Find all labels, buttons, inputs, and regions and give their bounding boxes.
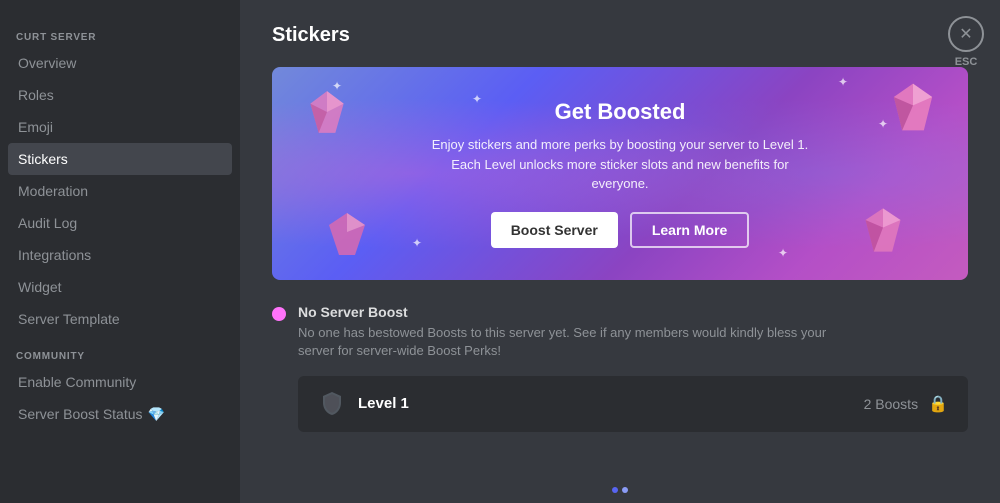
sparkle-icon: ✦ <box>778 246 788 260</box>
banner-buttons: Boost Server Learn More <box>491 212 750 248</box>
crystal-gem-icon <box>858 205 908 255</box>
sparkle-icon: ✦ <box>878 117 888 131</box>
sparkle-icon: ✦ <box>838 75 848 89</box>
banner-description: Enjoy stickers and more perks by boostin… <box>430 135 810 194</box>
sparkle-icon: ✦ <box>412 236 422 250</box>
sidebar-item-overview[interactable]: Overview <box>8 47 232 79</box>
sidebar-item-server-boost-status[interactable]: Server Boost Status 💎 <box>8 398 232 430</box>
crystal-gem-icon <box>322 210 372 260</box>
page-title: Stickers <box>272 24 968 47</box>
sidebar-item-label-integrations: Integrations <box>18 247 91 263</box>
sidebar-item-label-server-template: Server Template <box>18 311 120 327</box>
sidebar-item-label-enable-community: Enable Community <box>18 374 136 390</box>
crystal-gem-icon <box>888 82 938 132</box>
sidebar-item-roles[interactable]: Roles <box>8 79 232 111</box>
no-boost-section: No Server Boost No one has bestowed Boos… <box>272 304 968 360</box>
shield-icon <box>318 390 346 418</box>
sidebar-item-integrations[interactable]: Integrations <box>8 239 232 271</box>
sidebar-item-server-template[interactable]: Server Template <box>8 303 232 335</box>
sidebar-item-label-moderation: Moderation <box>18 183 88 199</box>
boost-status-dot <box>272 307 286 321</box>
main-content: ✕ ESC Stickers ✦ ✦ ✦ ✦ ✦ ✦ <box>240 0 1000 503</box>
sidebar-item-label-overview: Overview <box>18 55 76 71</box>
sidebar-item-stickers[interactable]: Stickers <box>8 143 232 175</box>
server-section-label: CURT SERVER <box>8 24 232 47</box>
level-right: 2 Boosts 🔒 <box>864 394 948 414</box>
sidebar-item-emoji[interactable]: Emoji <box>8 111 232 143</box>
sidebar-item-label-audit-log: Audit Log <box>18 215 77 231</box>
boost-banner: ✦ ✦ ✦ ✦ ✦ ✦ Get Boosted Enjoy stickers a… <box>272 67 968 280</box>
level-left: Level 1 <box>318 390 409 418</box>
no-boost-title: No Server Boost <box>298 304 858 320</box>
boost-server-button[interactable]: Boost Server <box>491 212 618 248</box>
no-boost-description: No one has bestowed Boosts to this serve… <box>298 324 858 360</box>
level-card: Level 1 2 Boosts 🔒 <box>298 376 968 432</box>
sidebar: CURT SERVER Overview Roles Emoji Sticker… <box>0 0 240 503</box>
boosts-count: 2 Boosts <box>864 396 918 412</box>
sidebar-item-enable-community[interactable]: Enable Community <box>8 366 232 398</box>
no-boost-content: No Server Boost No one has bestowed Boos… <box>298 304 858 360</box>
sidebar-item-label-widget: Widget <box>18 279 62 295</box>
level-label: Level 1 <box>358 395 409 412</box>
sidebar-item-widget[interactable]: Widget <box>8 271 232 303</box>
sidebar-item-label-emoji: Emoji <box>18 119 53 135</box>
boost-gem-icon: 💎 <box>149 406 165 422</box>
close-icon[interactable]: ✕ <box>948 16 984 52</box>
community-section-label: COMMUNITY <box>8 343 232 366</box>
learn-more-button[interactable]: Learn More <box>630 212 749 248</box>
sidebar-item-label-stickers: Stickers <box>18 151 68 167</box>
lock-icon: 🔒 <box>928 394 948 414</box>
crystal-gem-icon <box>302 87 352 137</box>
loading-indicator <box>612 479 628 493</box>
sidebar-item-label-server-boost-status: Server Boost Status <box>18 406 143 422</box>
sidebar-item-moderation[interactable]: Moderation <box>8 175 232 207</box>
sparkle-icon: ✦ <box>472 92 482 106</box>
esc-button[interactable]: ✕ ESC <box>948 16 984 68</box>
sidebar-item-audit-log[interactable]: Audit Log <box>8 207 232 239</box>
sidebar-item-label-roles: Roles <box>18 87 54 103</box>
banner-title: Get Boosted <box>555 99 686 125</box>
